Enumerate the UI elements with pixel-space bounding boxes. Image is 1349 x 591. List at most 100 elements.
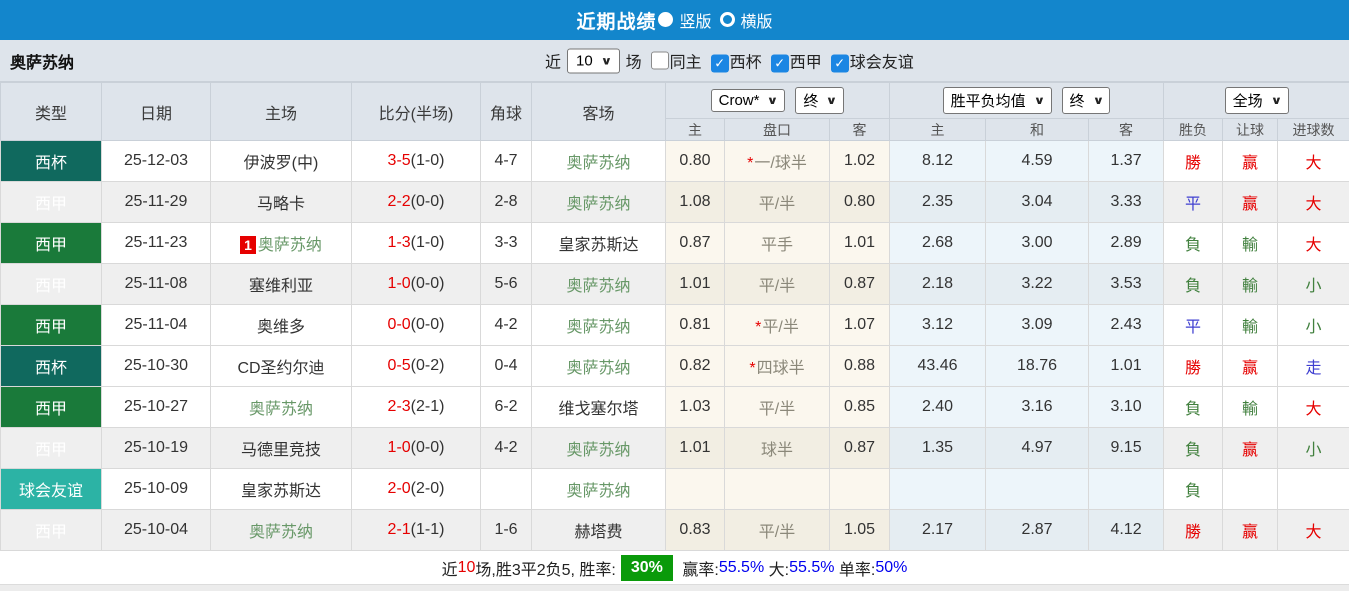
away-team-name: 奥萨苏纳 xyxy=(566,278,631,295)
recent-count-select[interactable]: 10 ∨ xyxy=(567,48,620,73)
result-text: 負 xyxy=(1185,483,1202,500)
handicap-away-odds: 0.80 xyxy=(828,181,891,223)
goals-result-cell: 大 xyxy=(1277,140,1349,182)
type-cell: 西甲 xyxy=(0,222,102,264)
handicap-star: * xyxy=(749,360,756,377)
layout-radio-option[interactable]: 横版 xyxy=(719,8,773,32)
result-text: 負 xyxy=(1185,278,1202,295)
recent-count-value: 10 xyxy=(576,52,593,69)
handicap-away-odds: 1.07 xyxy=(828,304,891,346)
goals-result-cell: 大 xyxy=(1277,386,1349,428)
header-group-selects: 胜平负均值 ∨ 终 ∨ xyxy=(891,87,1162,114)
avg-home-odds: 2.40 xyxy=(889,386,987,428)
halftime-score: (0-0) xyxy=(410,275,445,292)
header-group-selects: 全场 ∨ xyxy=(1165,87,1348,114)
handicap-home-odds: 0.80 xyxy=(665,140,725,182)
filter-bar: 奥萨苏纳 近 10 ∨ 场 同主 ✓ 西杯 ✓ 西甲 ✓ 球会友谊 xyxy=(0,40,1349,82)
avg-home-odds: 43.46 xyxy=(889,345,987,387)
sub-column-header: 主 xyxy=(665,118,725,141)
away-team-cell: 维戈塞尔塔 xyxy=(531,386,666,428)
home-team-cell: 伊波罗(中) xyxy=(210,140,352,182)
same-home-checkbox[interactable] xyxy=(650,51,669,70)
recent-label: 近 xyxy=(545,54,562,72)
odds-provider-select[interactable]: Crow* ∨ xyxy=(710,89,786,112)
handicap-result-text: 輸 xyxy=(1242,401,1259,418)
radio-selected-icon[interactable] xyxy=(658,12,674,28)
avg-draw-odds: 3.04 xyxy=(985,181,1090,223)
home-team-cell: 马略卡 xyxy=(210,181,352,223)
table-row: 西甲 25-11-29 马略卡 2-2(0-0) 2-8 奥萨苏纳 1.08 平/半 0.80 2… xyxy=(0,181,1349,223)
home-team-name: 奥萨苏纳 xyxy=(248,524,313,541)
avg-away-odds: 2.43 xyxy=(1088,304,1165,346)
goals-result-text: 大 xyxy=(1305,524,1322,541)
handicap-home-odds: 1.01 xyxy=(665,263,725,305)
avg-draw-odds: 2.87 xyxy=(985,509,1090,551)
handicap-cell: 平/半 xyxy=(724,263,830,305)
table-row: 西杯 25-12-03 伊波罗(中) 3-5(1-0) 4-7 奥萨苏纳 0.80 *一/球半… xyxy=(0,140,1349,182)
corners-cell: 6-2 xyxy=(480,386,532,428)
handicap-home-odds: 1.01 xyxy=(665,427,725,469)
corners-cell: 0-4 xyxy=(480,345,532,387)
fulltime-select[interactable]: 全场 ∨ xyxy=(1224,87,1289,114)
result-cell: 勝 xyxy=(1163,345,1224,387)
goals-result-cell: 小 xyxy=(1277,427,1349,469)
away-team-cell: 赫塔费 xyxy=(531,509,666,551)
handicap-away-odds: 1.05 xyxy=(828,509,891,551)
date-cell: 25-10-30 xyxy=(101,345,211,387)
table-row: 西杯 25-10-30 CD圣约尔迪 0-5(0-2) 0-4 奥萨苏纳 0.82 *四球半 0… xyxy=(0,345,1349,387)
goals-result-cell: 小 xyxy=(1277,263,1349,305)
avg-home-odds: 2.68 xyxy=(889,222,987,264)
avg-select[interactable]: 胜平负均值 ∨ xyxy=(942,87,1052,114)
home-team-cell: CD圣约尔迪 xyxy=(210,345,352,387)
topbar: 近期战绩 竖版 横版 xyxy=(0,0,1349,40)
handicap-cell: *平/半 xyxy=(724,304,830,346)
result-cell: 平 xyxy=(1163,304,1224,346)
score-cell: 2-2(0-0) xyxy=(351,181,481,223)
type-cell: 球会友谊 xyxy=(0,468,102,510)
sub-column-header: 客 xyxy=(828,118,891,141)
goals-result-text: 大 xyxy=(1305,237,1322,254)
competition-checkbox[interactable]: ✓ xyxy=(770,54,789,73)
sub-column-header: 让球 xyxy=(1222,118,1279,141)
home-team-name: 塞维利亚 xyxy=(248,278,313,295)
layout-radio-group: 竖版 横版 xyxy=(656,8,773,33)
handicap-result-cell: 赢 xyxy=(1222,345,1279,387)
away-team-name: 奥萨苏纳 xyxy=(566,360,631,377)
competition-checkbox[interactable]: ✓ xyxy=(710,54,729,73)
avg-home-odds: 1.35 xyxy=(889,427,987,469)
handicap-away-odds: 0.85 xyxy=(828,386,891,428)
column-header: 类型 xyxy=(0,82,102,141)
result-text: 負 xyxy=(1185,237,1202,254)
date-cell: 25-11-04 xyxy=(101,304,211,346)
avg-away-odds: 1.37 xyxy=(1088,140,1165,182)
competition-checkbox[interactable]: ✓ xyxy=(830,54,849,73)
handicap-result-cell xyxy=(1222,468,1279,510)
avg-draw-odds: 3.00 xyxy=(985,222,1090,264)
corners-cell: 1-6 xyxy=(480,509,532,551)
handicap-home-odds: 0.82 xyxy=(665,345,725,387)
column-header: 角球 xyxy=(480,82,532,141)
avg-home-odds: 2.35 xyxy=(889,181,987,223)
avg-final-select[interactable]: 终 ∨ xyxy=(1061,87,1111,114)
corners-cell: 2-8 xyxy=(480,181,532,223)
handicap-line: 四球半 xyxy=(756,360,805,377)
avg-draw-odds: 3.09 xyxy=(985,304,1090,346)
fulltime-score: 1-0 xyxy=(387,275,411,292)
sub-column-header: 胜负 xyxy=(1163,118,1224,141)
footer-text: 近 xyxy=(441,561,458,579)
date-cell: 25-10-27 xyxy=(101,386,211,428)
chevron-down-icon: ∨ xyxy=(600,55,612,67)
home-team-cell: 塞维利亚 xyxy=(210,263,352,305)
radio-unselected-icon[interactable] xyxy=(719,12,735,28)
table-row: 西甲 25-11-04 奥维多 0-0(0-0) 4-2 奥萨苏纳 0.81 *平/半 1.07… xyxy=(0,304,1349,346)
handicap-result-cell: 輸 xyxy=(1222,222,1279,264)
home-team-name: 马德里竞技 xyxy=(240,442,321,459)
away-team-name: 奥萨苏纳 xyxy=(566,196,631,213)
score-cell: 1-3(1-0) xyxy=(351,222,481,264)
score-cell: 1-0(0-0) xyxy=(351,427,481,469)
halftime-score: (1-0) xyxy=(410,152,445,169)
table-row: 西甲 25-10-04 奥萨苏纳 2-1(1-1) 1-6 赫塔费 0.83 平/半 1.05 2… xyxy=(0,509,1349,551)
handicap-home-odds: 0.83 xyxy=(665,509,725,551)
layout-radio-option[interactable]: 竖版 xyxy=(658,8,712,32)
final-select[interactable]: 终 ∨ xyxy=(795,87,845,114)
